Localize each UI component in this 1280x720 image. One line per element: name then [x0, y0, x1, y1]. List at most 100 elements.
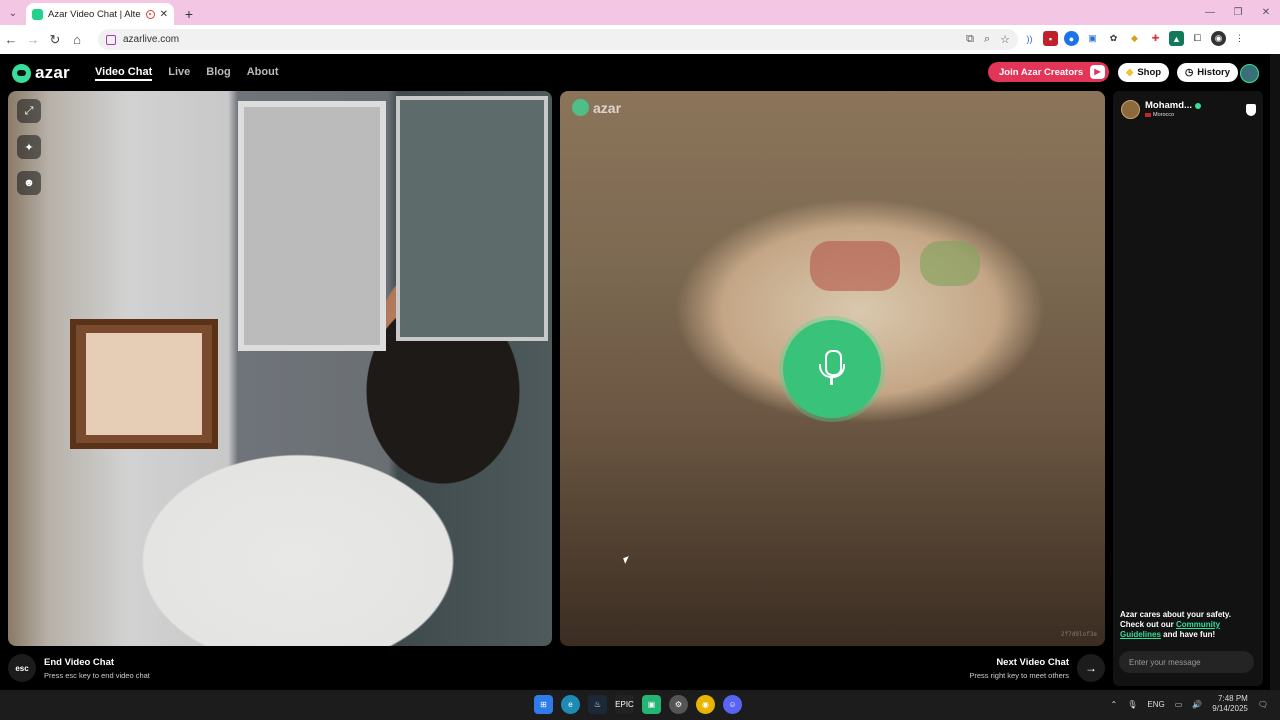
close-window-button[interactable]: ✕: [1252, 0, 1280, 25]
message-input[interactable]: Enter your message: [1119, 651, 1254, 673]
join-creators-button[interactable]: Join Azar Creators ▶: [988, 62, 1109, 82]
clock-time: 7:48 PM: [1218, 694, 1248, 703]
peer-profile[interactable]: Mohamd... Morocco: [1121, 100, 1201, 119]
close-tab-icon[interactable]: ✕: [160, 9, 168, 20]
extension-7-icon[interactable]: ✚: [1148, 31, 1163, 46]
settings-gear-icon[interactable]: ⚙: [669, 695, 688, 714]
extension-1-icon[interactable]: )): [1022, 31, 1037, 46]
os-taskbar: ⊞ e ♨ EPIC ▣ ⚙ ◉ ☺ ⌃ 🎙 ENG ▭ 🔊 7:48 PM 9…: [0, 690, 1280, 720]
extension-6-icon[interactable]: ◆: [1127, 31, 1142, 46]
back-icon[interactable]: ←: [0, 32, 22, 47]
safety-notice: Azar cares about your safety. Check out …: [1120, 610, 1238, 640]
main-nav: Video Chat Live Blog About: [95, 66, 279, 81]
arrow-right-icon: →: [1085, 661, 1097, 675]
browser-menu-icon[interactable]: ⋮: [1232, 31, 1247, 46]
peer-name: Mohamd...: [1145, 100, 1192, 111]
epic-games-icon[interactable]: EPIC: [615, 695, 634, 714]
forward-icon[interactable]: →: [22, 32, 44, 47]
gaming-app-icon[interactable]: ▣: [642, 695, 661, 714]
edge-icon[interactable]: e: [561, 695, 580, 714]
azar-watermark: azar: [572, 99, 621, 116]
self-video: [8, 91, 552, 646]
azar-logo[interactable]: azar: [12, 63, 70, 83]
chrome-icon[interactable]: ◉: [696, 695, 715, 714]
steam-icon[interactable]: ♨: [588, 695, 607, 714]
system-tray: ⌃ 🎙 ENG ▭ 🔊 7:48 PM 9/14/2025 🗨: [1111, 694, 1268, 714]
clock-date: 9/14/2025: [1212, 704, 1248, 713]
nav-video-chat[interactable]: Video Chat: [95, 66, 153, 81]
extensions-bar: )) ▪ ● ▣ ✿ ◆ ✚ ▲ ⧠ ◉ ⋮: [1022, 31, 1247, 46]
azar-app: azar Video Chat Live Blog About Join Aza…: [0, 54, 1270, 690]
microphone-icon: [830, 378, 833, 385]
session-code: 2f7d9lof3e: [1060, 631, 1097, 638]
install-app-icon[interactable]: ⧉: [966, 33, 974, 46]
extension-2-icon[interactable]: ▪: [1043, 31, 1058, 46]
volume-icon[interactable]: 🔊: [1192, 700, 1202, 709]
end-chat-button[interactable]: esc: [8, 654, 36, 682]
gem-icon: ◆: [1126, 67, 1134, 78]
reload-icon[interactable]: ↻: [44, 32, 66, 48]
nav-blog[interactable]: Blog: [206, 66, 230, 81]
watermark-text: azar: [593, 99, 622, 116]
video-background-object: [810, 241, 900, 291]
fullscreen-icon[interactable]: ⤢: [17, 99, 41, 123]
new-tab-button[interactable]: +: [178, 3, 200, 25]
next-chat-button[interactable]: →: [1077, 654, 1105, 682]
effects-sparkle-icon[interactable]: ✦: [17, 135, 41, 159]
next-chat-hint: Press right key to meet others: [969, 671, 1069, 680]
site-info-icon[interactable]: [106, 34, 116, 45]
extension-4-icon[interactable]: ▣: [1085, 31, 1100, 46]
windows-start-icon[interactable]: ⊞: [534, 695, 553, 714]
extensions-puzzle-icon[interactable]: ⧠: [1190, 31, 1205, 46]
discord-icon[interactable]: ☺: [723, 695, 742, 714]
end-chat-info: End Video Chat Press esc key to end vide…: [44, 657, 150, 680]
maximize-button[interactable]: ❐: [1224, 0, 1252, 25]
url-text: azarlive.com: [123, 34, 180, 45]
extension-3-icon[interactable]: ●: [1064, 31, 1079, 46]
network-icon[interactable]: ▭: [1175, 700, 1183, 709]
history-button[interactable]: ◷ History: [1177, 63, 1239, 82]
nav-live[interactable]: Live: [168, 66, 190, 81]
morocco-flag-icon: [1145, 113, 1151, 117]
home-icon[interactable]: ⌂: [66, 32, 88, 47]
clock-icon: ◷: [1185, 67, 1194, 78]
extension-8-icon[interactable]: ▲: [1169, 31, 1184, 46]
peer-avatar[interactable]: [1121, 100, 1140, 119]
minimize-button[interactable]: —: [1196, 0, 1224, 25]
tab-search-icon[interactable]: ⌄: [4, 4, 22, 22]
profile-icon[interactable]: ◉: [1211, 31, 1226, 46]
shop-button[interactable]: ◆ Shop: [1118, 63, 1170, 82]
browser-tab-strip: ⌄ Azar Video Chat | Alternati ✕ + — ❐ ✕: [0, 0, 1280, 25]
notification-icon[interactable]: 🗨: [1258, 700, 1268, 709]
end-chat-title: End Video Chat: [44, 657, 115, 668]
play-icon: ▶: [1090, 65, 1105, 79]
video-background-painting: [70, 319, 218, 449]
next-chat-info: Next Video Chat Press right key to meet …: [969, 657, 1069, 680]
chat-panel: Mohamd... Morocco Azar cares about your …: [1113, 91, 1263, 686]
report-shield-icon[interactable]: [1246, 104, 1256, 116]
video-background-window: [238, 101, 386, 351]
window-controls: — ❐ ✕: [1196, 0, 1280, 25]
peer-video: azar 2f7d9lof3e: [560, 91, 1105, 646]
nav-about[interactable]: About: [247, 66, 279, 81]
end-chat-hint: Press esc key to end video chat: [44, 671, 150, 680]
tray-expand-icon[interactable]: ⌃: [1111, 700, 1118, 709]
video-background-window-2: [396, 96, 548, 341]
page-scrollbar[interactable]: [1270, 54, 1280, 690]
taskbar-apps: ⊞ e ♨ EPIC ▣ ⚙ ◉ ☺: [534, 695, 742, 714]
sticker-icon[interactable]: ☻: [17, 171, 41, 195]
peer-country: Morocco: [1153, 112, 1175, 118]
microphone-button[interactable]: [783, 320, 881, 418]
bookmark-star-icon[interactable]: ☆: [1000, 33, 1010, 46]
browser-tab[interactable]: Azar Video Chat | Alternati ✕: [26, 3, 174, 25]
extension-5-icon[interactable]: ✿: [1106, 31, 1121, 46]
recording-indicator-icon: [145, 9, 155, 19]
user-avatar[interactable]: [1240, 64, 1259, 83]
language-indicator[interactable]: ENG: [1147, 700, 1164, 709]
shop-label: Shop: [1137, 67, 1162, 78]
tray-microphone-icon[interactable]: 🎙: [1127, 700, 1137, 709]
azar-logo-icon: [12, 63, 31, 83]
address-bar[interactable]: azarlive.com ⧉ ⌕ ☆: [98, 29, 1018, 50]
system-clock[interactable]: 7:48 PM 9/14/2025: [1212, 694, 1248, 714]
zoom-icon[interactable]: ⌕: [984, 33, 990, 46]
